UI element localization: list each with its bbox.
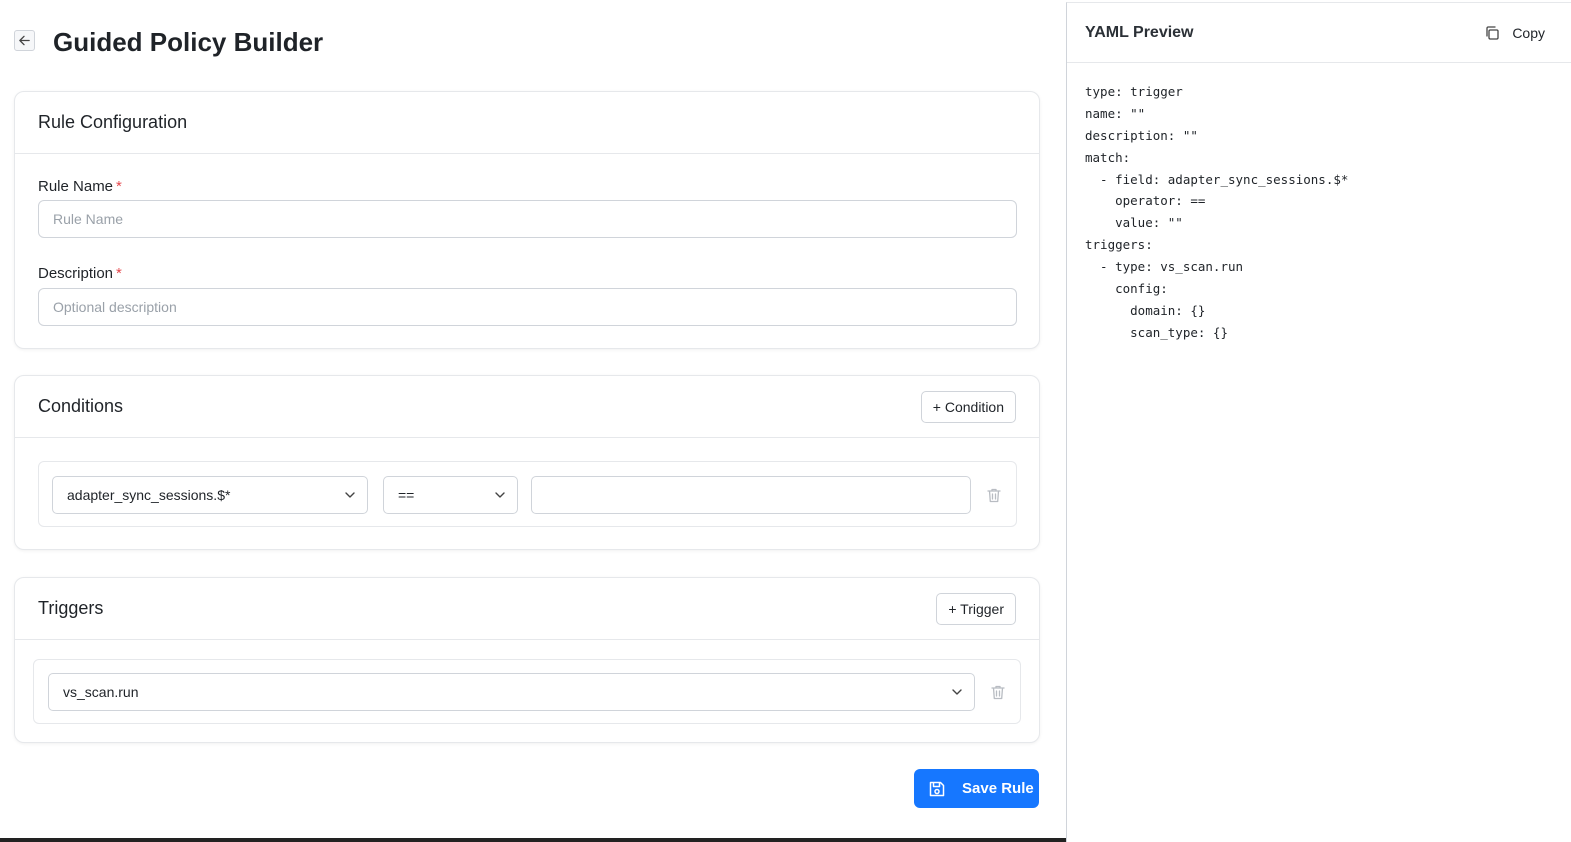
chevron-down-icon: [950, 685, 964, 699]
required-marker: *: [116, 265, 122, 282]
yaml-preview-panel: YAML Preview Copy type: trigger name: "" d…: [1066, 2, 1571, 842]
back-button[interactable]: [14, 30, 35, 51]
description-label: Description *: [38, 265, 122, 282]
arrow-left-icon: [19, 35, 30, 46]
yaml-line: match:: [1085, 149, 1131, 165]
add-condition-button[interactable]: + Condition: [920, 390, 1016, 423]
yaml-line: name: "": [1085, 105, 1146, 121]
rule-name-label-text: Rule Name: [38, 178, 114, 195]
floppy-disk-icon: [929, 781, 945, 796]
delete-trigger-button[interactable]: [989, 683, 1007, 701]
yaml-preview-title: YAML Preview: [1085, 23, 1194, 41]
rule-configuration-title: Rule Configuration: [38, 112, 188, 132]
description-label-text: Description: [38, 265, 114, 282]
yaml-line: type: trigger: [1085, 84, 1183, 99]
save-rule-label: Save Rule: [962, 780, 1034, 797]
rule-name-input[interactable]: [38, 200, 1017, 238]
yaml-line: triggers:: [1085, 237, 1153, 253]
conditions-card: Conditions + Condition adapter_sync_sess…: [14, 375, 1040, 550]
trigger-type-select[interactable]: vs_scan.run: [48, 673, 975, 711]
copy-icon: [1486, 25, 1499, 40]
yaml-line: operator: ==: [1085, 193, 1206, 209]
condition-operator-value: ==: [398, 487, 415, 503]
copy-button[interactable]: Copy: [1484, 25, 1545, 41]
yaml-preview-header: YAML Preview Copy: [1067, 3, 1571, 63]
rule-configuration-header: Rule Configuration: [15, 92, 1039, 154]
condition-row: adapter_sync_sessions.$* ==: [38, 461, 1017, 527]
window-bottom-edge: [0, 838, 1066, 842]
triggers-card: Triggers + Trigger vs_scan.run: [14, 577, 1040, 743]
description-input[interactable]: [38, 288, 1017, 326]
condition-field-value: adapter_sync_sessions.$*: [67, 487, 231, 503]
yaml-code-block: type: trigger name: "" description: "" matc…: [1085, 81, 1348, 344]
builder-main: Guided Policy Builder Rule Configuration…: [0, 0, 1066, 842]
trash-icon: [987, 488, 1001, 502]
trigger-row: vs_scan.run: [33, 659, 1021, 724]
yaml-line: scan_type: {}: [1085, 324, 1228, 340]
trash-icon: [991, 685, 1005, 699]
rule-configuration-card: Rule Configuration Rule Name* Descriptio…: [14, 91, 1040, 349]
trigger-type-value: vs_scan.run: [63, 684, 139, 700]
chevron-down-icon: [343, 488, 357, 502]
condition-field-select[interactable]: adapter_sync_sessions.$*: [52, 476, 368, 514]
conditions-title: Conditions: [38, 396, 124, 416]
required-marker: *: [116, 178, 122, 195]
copy-label: Copy: [1512, 24, 1545, 41]
page-title: Guided Policy Builder: [53, 27, 324, 57]
yaml-line: - field: adapter_sync_sessions.$*: [1085, 171, 1349, 187]
rule-name-label: Rule Name *: [38, 178, 122, 195]
triggers-title: Triggers: [38, 598, 104, 618]
yaml-line: description: "": [1085, 127, 1198, 143]
yaml-line: value: "": [1085, 215, 1183, 231]
conditions-header: Conditions + Condition: [15, 376, 1039, 438]
page-header: Guided Policy Builder: [14, 27, 323, 57]
chevron-down-icon: [493, 488, 507, 502]
triggers-header: Triggers + Trigger: [15, 578, 1039, 640]
condition-value-input[interactable]: [531, 476, 971, 514]
yaml-line: domain: {}: [1085, 302, 1206, 318]
delete-condition-button[interactable]: [985, 486, 1003, 504]
add-trigger-button[interactable]: + Trigger: [936, 592, 1016, 625]
condition-operator-select[interactable]: ==: [383, 476, 518, 514]
yaml-line: - type: vs_scan.run: [1085, 259, 1244, 275]
yaml-line: config:: [1085, 281, 1168, 297]
save-rule-button[interactable]: Save Rule: [914, 769, 1039, 808]
